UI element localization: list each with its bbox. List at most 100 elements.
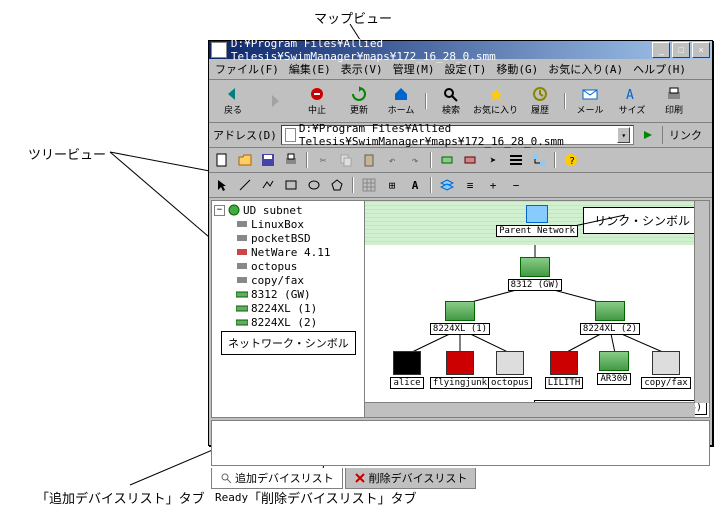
address-label: アドレス(D) (213, 127, 277, 143)
help-icon[interactable]: ? (561, 150, 581, 170)
host-node[interactable]: LILITH (541, 351, 587, 389)
host-node[interactable]: copy/fax (641, 351, 691, 389)
links-button[interactable]: リンク (662, 126, 708, 144)
paste-icon[interactable] (359, 150, 379, 170)
tree-item[interactable]: LinuxBox (214, 217, 362, 231)
menu-manage[interactable]: 管理(M) (393, 61, 435, 77)
tab-add-devices[interactable]: 追加デバイスリスト (211, 468, 343, 489)
device-add-icon[interactable] (437, 150, 457, 170)
device-remove-icon[interactable] (460, 150, 480, 170)
tree-item[interactable]: 8224XL (2) (214, 315, 362, 329)
switch-icon (520, 257, 550, 277)
print-icon[interactable] (281, 150, 301, 170)
menu-file[interactable]: ファイル(F) (215, 61, 279, 77)
host-icon (236, 274, 248, 286)
tree-root[interactable]: − UD subnet (214, 203, 362, 217)
favorites-button[interactable]: お気に入り (473, 83, 518, 119)
titlebar[interactable]: D:¥Program Files¥Allied Telesis¥SwimMana… (209, 41, 712, 59)
switch-icon (236, 288, 248, 300)
vertical-scrollbar[interactable] (694, 201, 709, 403)
text-icon[interactable]: A (405, 175, 425, 195)
host-node[interactable]: flyingjunk (433, 351, 487, 389)
polygon-icon[interactable] (327, 175, 347, 195)
tree-item[interactable]: pocketBSD (214, 231, 362, 245)
menu-help[interactable]: ヘルプ(H) (633, 61, 686, 77)
workarea: − UD subnet LinuxBox pocketBSD NetWare 4… (211, 200, 710, 418)
host-icon (236, 232, 248, 244)
search-icon (220, 472, 232, 484)
svg-text:A: A (626, 88, 634, 102)
mail-button[interactable]: メール (570, 83, 610, 119)
tab-del-devices[interactable]: 削除デバイスリスト (345, 468, 477, 489)
callout-treeview: ツリービュー (28, 144, 106, 163)
switch-icon (595, 301, 625, 321)
grid-icon[interactable] (359, 175, 379, 195)
tabs: 追加デバイスリスト 削除デバイスリスト (211, 468, 710, 488)
switch1-node[interactable]: 8224XL (1) (432, 301, 488, 335)
arrow-icon[interactable]: ➤ (483, 150, 503, 170)
tree-view[interactable]: − UD subnet LinuxBox pocketBSD NetWare 4… (212, 201, 365, 417)
parent-network-node[interactable]: Parent Network (507, 205, 567, 237)
pointer-icon[interactable] (212, 175, 232, 195)
ellipse-icon[interactable] (304, 175, 324, 195)
tree-item[interactable]: copy/fax (214, 273, 362, 287)
gateway-node[interactable]: 8312 (GW) (507, 257, 563, 291)
host-icon (236, 218, 248, 230)
menu-favorites[interactable]: お気に入り(A) (548, 61, 623, 77)
snap-icon[interactable]: ⊞ (382, 175, 402, 195)
host-node[interactable]: octopus (487, 351, 533, 389)
line-icon[interactable] (235, 175, 255, 195)
close-button[interactable]: × (692, 42, 710, 58)
forward-button[interactable] (255, 83, 295, 119)
go-button[interactable] (638, 125, 658, 145)
host-icon (236, 260, 248, 272)
new-icon[interactable] (212, 150, 232, 170)
search-button[interactable]: 検索 (431, 83, 471, 119)
history-button[interactable]: 履歴 (520, 83, 560, 119)
cut-icon[interactable]: ✂ (313, 150, 333, 170)
address-field[interactable]: D:¥Program Files¥Allied Telesis¥SwimMana… (281, 125, 634, 145)
host-node[interactable]: alice (382, 351, 432, 389)
align-icon[interactable]: ≡ (460, 175, 480, 195)
tree-item[interactable]: 8312 (GW) (214, 287, 362, 301)
menu-view[interactable]: 表示(V) (341, 61, 383, 77)
app-window: D:¥Program Files¥Allied Telesis¥SwimMana… (208, 40, 713, 446)
zoom-out-icon[interactable]: − (506, 175, 526, 195)
rect-icon[interactable] (281, 175, 301, 195)
home-button[interactable]: ホーム (381, 83, 421, 119)
tree-icon[interactable] (529, 150, 549, 170)
polyline-icon[interactable] (258, 175, 278, 195)
undo-icon[interactable]: ↶ (382, 150, 402, 170)
menu-settings[interactable]: 設定(T) (445, 61, 487, 77)
minimize-button[interactable]: _ (652, 42, 670, 58)
stop-button[interactable]: 中止 (297, 83, 337, 119)
horizontal-scrollbar[interactable] (365, 402, 695, 417)
host-node[interactable]: AR300 (591, 351, 637, 385)
refresh-button[interactable]: 更新 (339, 83, 379, 119)
device-list-pane[interactable] (211, 420, 710, 466)
open-icon[interactable] (235, 150, 255, 170)
zoom-in-icon[interactable]: + (483, 175, 503, 195)
redo-icon[interactable]: ↷ (405, 150, 425, 170)
list-icon[interactable] (506, 150, 526, 170)
pc-icon (446, 351, 474, 375)
tree-item[interactable]: NetWare 4.11 (214, 245, 362, 259)
save-icon[interactable] (258, 150, 278, 170)
switch2-node[interactable]: 8224XL (2) (582, 301, 638, 335)
layer-icon[interactable] (437, 175, 457, 195)
menu-edit[interactable]: 編集(E) (289, 61, 331, 77)
map-view[interactable]: リンク・シンボル Parent Network 8312 (GW) 8224XL… (365, 201, 709, 417)
callout-add-tab: 「追加デバイスリスト」タブ (36, 488, 205, 507)
address-dropdown[interactable]: ▾ (617, 127, 630, 143)
menu-go[interactable]: 移動(G) (496, 61, 538, 77)
tree-item[interactable]: octopus (214, 259, 362, 273)
size-button[interactable]: Aサイズ (612, 83, 652, 119)
host-icon (236, 246, 248, 258)
print-button[interactable]: 印刷 (654, 83, 694, 119)
back-button[interactable]: 戻る (213, 83, 253, 119)
collapse-icon[interactable]: − (214, 205, 225, 216)
copy-icon[interactable] (336, 150, 356, 170)
tree-item[interactable]: 8224XL (1) (214, 301, 362, 315)
maximize-button[interactable]: □ (672, 42, 690, 58)
cloud-icon (526, 205, 548, 223)
